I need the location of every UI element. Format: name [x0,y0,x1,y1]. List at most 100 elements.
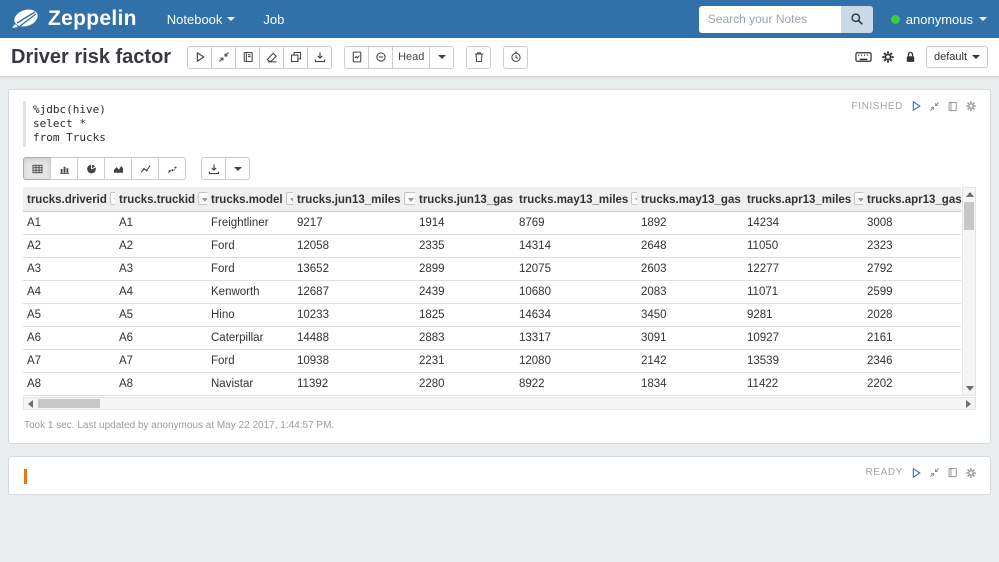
scheduler-group [503,45,529,69]
paragraph-empty[interactable]: READY [8,455,991,495]
table-row: A5 A5 Hino 10233 1825 14634 3450 9281 2028 [23,303,961,327]
table-cell: Ford [207,234,293,258]
paragraph-settings-button[interactable] [965,100,977,112]
result-table-head-row: trucks.driverid trucks.truckid trucks.mode… [23,187,961,212]
column-header-label: trucks.apr13_miles [747,193,852,206]
table-cell: 8922 [515,372,637,396]
table-cell: Navistar [207,372,293,396]
pie-chart-button[interactable] [77,157,105,180]
table-cell: A6 [23,326,115,350]
column-header[interactable]: trucks.may13_gas [637,187,743,212]
export-note-button[interactable] [307,45,333,69]
column-filter-button[interactable] [109,191,115,205]
eraser-icon [266,52,277,63]
page-title[interactable]: Driver risk factor [11,46,171,69]
column-header-label: trucks.model [211,193,283,206]
gear-icon [966,101,976,111]
table-cell: A6 [115,326,207,350]
table-cell: A1 [115,211,207,235]
table-row: A3 A3 Ford 13652 2899 12075 2603 12277 2792 [23,257,961,281]
toggle-output-button[interactable] [947,101,958,112]
column-header[interactable]: trucks.jun13_miles [293,187,415,212]
toggle-output-button[interactable] [235,45,261,69]
interpreter-binding-button[interactable] [881,50,895,64]
toggle-output-button[interactable] [947,467,958,478]
download-caret-button[interactable] [225,157,250,180]
horizontal-scrollbar[interactable] [23,396,976,410]
area-chart-button[interactable] [104,157,132,180]
scheduler-button[interactable] [503,45,529,69]
run-all-button[interactable] [187,45,213,69]
compress-icon [218,52,229,62]
scroll-up-arrow[interactable] [966,192,974,197]
menu-job[interactable]: Job [263,12,284,27]
column-filter-button[interactable] [285,191,293,205]
toggle-code-button[interactable] [211,45,237,69]
column-header[interactable]: trucks.may13_miles [515,187,637,212]
user-name: anonymous [905,11,973,27]
keyboard-icon [855,52,872,62]
table-cell: 2161 [863,326,961,350]
interpreter-mode-dropdown[interactable]: default [925,46,988,68]
clone-note-button[interactable] [283,45,309,69]
clear-output-button[interactable] [259,45,285,69]
compress-icon [929,467,940,478]
table-cell: 14234 [743,211,863,235]
scroll-down-arrow[interactable] [966,385,974,391]
interpreter-mode-label: default [933,51,967,63]
column-header-label: trucks.driverid [27,193,107,206]
revision-caret-button[interactable] [429,45,455,69]
remove-note-button[interactable] [466,45,492,69]
zeppelin-logo-icon[interactable] [12,7,42,31]
column-header[interactable]: trucks.apr13_gas [863,187,961,212]
permissions-button[interactable] [904,50,917,64]
table-cell: 8769 [515,211,637,235]
search-icon [851,13,863,25]
code-editor[interactable]: %jdbc(hive) select * from Trucks [23,101,976,147]
column-header[interactable]: trucks.model [207,187,293,212]
bar-chart-button[interactable] [50,157,78,180]
column-header[interactable]: trucks.jun13_gas [415,187,515,212]
toggle-editor-button[interactable] [929,101,940,112]
play-icon [912,100,921,112]
horizontal-scroll-thumb[interactable] [38,398,100,408]
scroll-left-arrow[interactable] [28,399,33,408]
table-cell: 3450 [637,303,743,327]
revision-dropdown[interactable]: Head [392,45,431,69]
table-cell: 10233 [293,303,415,327]
column-filter-button[interactable] [854,191,863,205]
line-chart-button[interactable] [131,157,159,180]
table-view-button[interactable] [23,157,51,180]
download-group [201,157,250,180]
column-header[interactable]: trucks.apr13_miles [743,187,863,212]
table-cell: Freightliner [207,211,293,235]
vertical-scroll-thumb[interactable] [964,202,974,230]
search-input[interactable] [698,5,841,33]
set-revision-button[interactable] [368,45,394,69]
compress-icon [929,101,940,111]
search-button[interactable] [840,5,873,33]
column-header[interactable]: trucks.truckid [115,187,207,212]
column-filter-button[interactable] [198,191,207,205]
table-cell: A8 [23,372,115,396]
run-paragraph-button[interactable] [910,100,922,112]
column-filter-button[interactable] [403,191,415,205]
run-paragraph-button[interactable] [910,467,922,479]
scatter-chart-button[interactable] [158,157,186,180]
shortcut-button[interactable] [855,50,872,64]
toggle-editor-button[interactable] [929,467,940,478]
column-header[interactable]: trucks.driverid [23,187,115,212]
paragraph-settings-button[interactable] [965,467,977,479]
paragraph-status-row: FINISHED [852,100,977,112]
commit-button[interactable] [344,45,370,69]
menu-notebook[interactable]: Notebook [167,12,236,27]
download-data-button[interactable] [201,157,226,180]
column-filter-button[interactable] [631,191,637,205]
table-cell: A4 [115,280,207,304]
table-cell: 2439 [415,280,515,304]
scroll-right-arrow[interactable] [966,399,971,408]
table-cell: 1834 [637,372,743,396]
vertical-scrollbar[interactable] [962,187,976,396]
brand-name[interactable]: Zeppelin [48,7,137,31]
user-menu[interactable]: anonymous [890,11,987,27]
